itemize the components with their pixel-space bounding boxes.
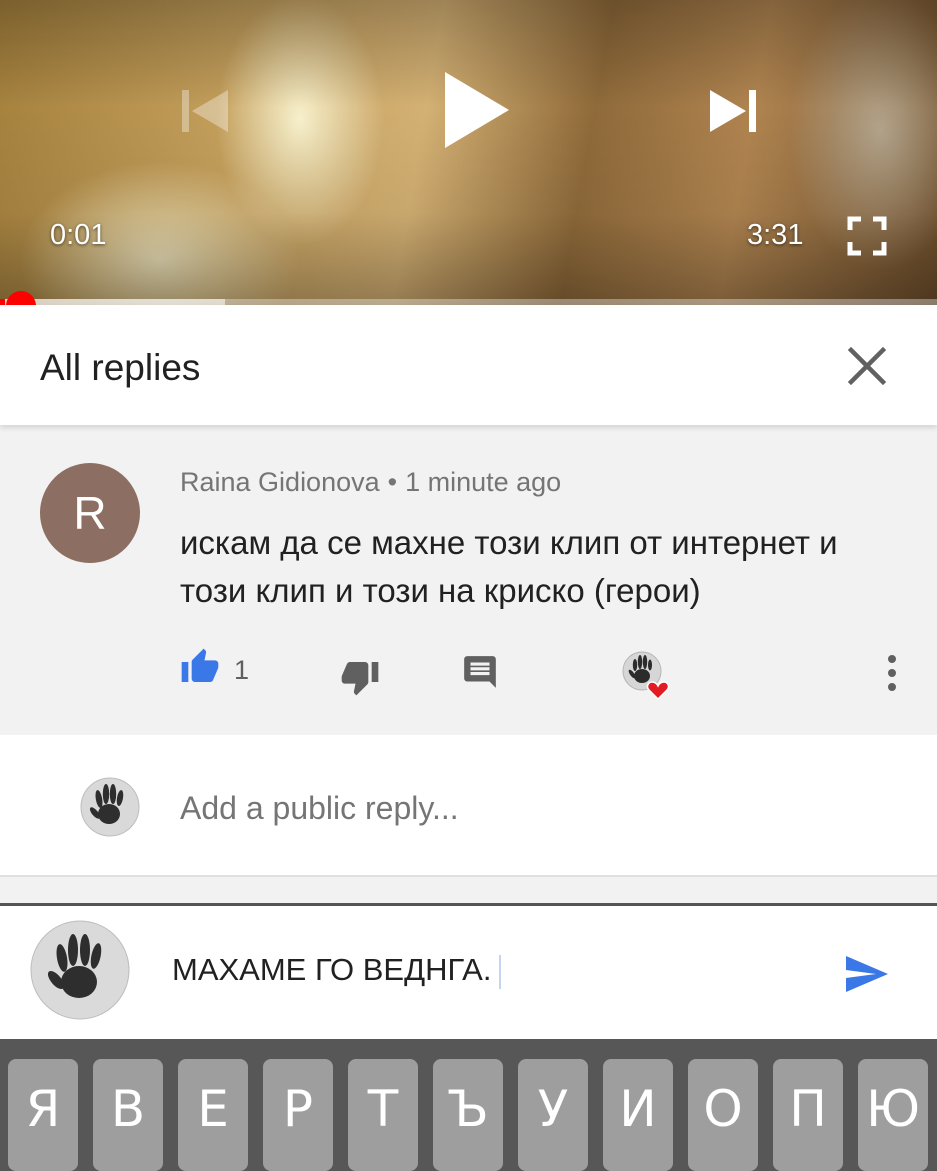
key-pe[interactable]: П [773, 1059, 843, 1171]
current-time: 0:01 [50, 219, 107, 251]
replies-title: All replies [40, 347, 201, 388]
key-ve[interactable]: В [93, 1059, 163, 1171]
author-avatar[interactable]: R [40, 463, 140, 563]
keyboard: Я В Е Р Т Ъ У И О П Ю [0, 1039, 937, 1171]
dislike-icon[interactable] [340, 657, 380, 697]
key-hard-sign[interactable]: Ъ [433, 1059, 503, 1171]
like-count: 1 [234, 655, 250, 685]
like-icon[interactable] [180, 647, 220, 687]
total-time: 3:31 [747, 219, 804, 251]
meta-separator: • [387, 467, 398, 497]
previous-icon[interactable] [178, 86, 232, 136]
creator-heart-icon[interactable] [622, 651, 670, 703]
add-reply-row[interactable]: Add a public reply... [0, 735, 937, 877]
reply-icon[interactable] [461, 653, 499, 691]
comment: R Raina Gidionova • 1 minute ago искам да … [0, 425, 937, 733]
close-icon[interactable] [846, 345, 888, 387]
add-reply-placeholder[interactable]: Add a public reply... [180, 790, 459, 827]
user-avatar [80, 777, 140, 837]
more-options-icon[interactable] [878, 653, 906, 693]
key-i[interactable]: И [603, 1059, 673, 1171]
reply-composer: МАХАМЕ ГО ВЕДНГА. [0, 903, 937, 1039]
key-te[interactable]: Т [348, 1059, 418, 1171]
key-o[interactable]: О [688, 1059, 758, 1171]
replies-header: All replies [0, 305, 937, 425]
comment-text: искам да се махне този клип от интернет … [180, 524, 838, 609]
key-ye[interactable]: Е [178, 1059, 248, 1171]
fullscreen-icon[interactable] [847, 216, 887, 256]
comment-time: 1 minute ago [405, 467, 562, 497]
key-yu[interactable]: Ю [858, 1059, 928, 1171]
next-icon[interactable] [706, 86, 760, 136]
composer-avatar [30, 920, 130, 1020]
reply-input-value: МАХАМЕ ГО ВЕДНГА. [172, 952, 492, 987]
key-u[interactable]: У [518, 1059, 588, 1171]
comment-author[interactable]: Raina Gidionova [180, 467, 380, 497]
comment-meta: Raina Gidionova • 1 minute ago [180, 467, 561, 498]
video-frame [0, 0, 937, 305]
send-icon[interactable] [838, 950, 894, 998]
play-icon[interactable] [441, 70, 511, 150]
key-er[interactable]: Р [263, 1059, 333, 1171]
key-ya[interactable]: Я [8, 1059, 78, 1171]
reply-input[interactable]: МАХАМЕ ГО ВЕДНГА. [172, 952, 502, 989]
video-player[interactable]: 0:01 3:31 [0, 0, 937, 305]
text-caret [499, 954, 502, 989]
